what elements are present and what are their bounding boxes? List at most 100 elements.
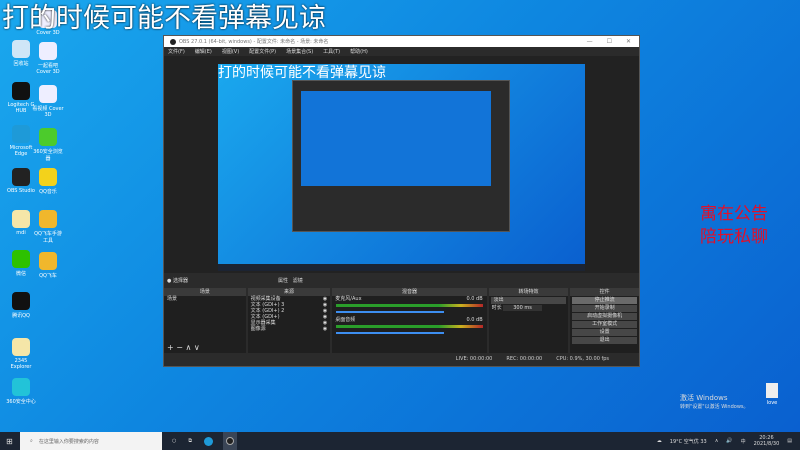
app-icon [12, 125, 30, 143]
desktop-icon[interactable]: 看视频 Cover 3D [32, 85, 64, 118]
properties-button[interactable]: 属性 [278, 278, 288, 284]
control-button[interactable]: 开始录制 [572, 305, 637, 312]
control-button[interactable]: 退出 [572, 337, 637, 344]
channel-name: 麦克风/Aux [335, 296, 362, 302]
visibility-eye-icon[interactable]: ◉ [323, 326, 330, 332]
title-bar: OBS 27.0.1 (64-bit, windows) - 配置文件: 未命名… [164, 36, 639, 47]
menu-bar: 文件(F) 编辑(E) 视图(V) 配置文件(P) 场景集合(S) 工具(T) 帮助(H) [164, 47, 639, 56]
menu-item[interactable]: 视图(V) [222, 48, 239, 55]
clock[interactable]: 20:26 2021/8/30 [754, 435, 780, 447]
source-item[interactable]: 图像源 ◉ [248, 326, 331, 332]
app-icon [39, 128, 57, 146]
desktop-icon[interactable]: 腾讯QQ [5, 292, 37, 319]
notification-icon[interactable]: ▤ [787, 438, 792, 444]
icon-label: 360安全中心 [6, 399, 36, 405]
cpu-status: CPU: 0.9%, 30.00 fps [556, 355, 609, 362]
app-icon [12, 210, 30, 228]
icon-label: 看视频 Cover 3D [32, 106, 64, 118]
desktop-icon[interactable]: 一起看吧 Cover 3D [32, 42, 64, 75]
icon-label: 2345 Explorer [10, 358, 32, 370]
icon-label: 一起看吧 Cover 3D [36, 63, 60, 75]
date: 2021/8/30 [753, 441, 780, 447]
menu-item[interactable]: 工具(T) [323, 48, 340, 55]
desktop-icon[interactable]: QQ飞车手游工具 [32, 210, 64, 244]
mixer-channel: 桌面音频 0.0 dB [332, 317, 486, 323]
window-title: OBS 27.0.1 (64-bit, windows) - 配置文件: 未命名… [179, 39, 329, 45]
icon-label: QQ飞车手游工具 [34, 231, 62, 244]
cortana-icon[interactable]: ○ [172, 438, 176, 444]
dock-header: 混音器 [332, 288, 487, 296]
duration-input[interactable]: 300 ms [503, 305, 542, 311]
red-line-2: 陪玩私聊 [700, 227, 768, 247]
icon-label: QQ飞车 [39, 273, 57, 279]
sources-dock: 来源 视频采集设备 ◉ 文本 (GDI+) 3 ◉ 文本 (GDI+) 2 ◉ 文本 (GDI… [247, 288, 331, 353]
tray-chevron-icon[interactable]: ∧ [715, 438, 719, 444]
app-icon [12, 292, 30, 310]
filters-button[interactable]: 滤镜 [293, 278, 303, 284]
volume-slider[interactable] [336, 332, 445, 334]
desktop-icon[interactable]: 360安全中心 [5, 378, 37, 405]
taskbar: ⊞ ⌕ 在这里输入你要搜索的内容 ○ ⧉ ☁ 19°C 空气优 33 ∧ 🔊 中 20:26… [0, 432, 800, 450]
channel-db: 0.0 dB [466, 317, 483, 323]
file-icon [766, 383, 778, 398]
control-button[interactable]: 工作室模式 [572, 321, 637, 328]
dock-header: 场景 [164, 288, 246, 296]
duration-label: 时长 [491, 305, 502, 311]
nested-obs-capture [292, 80, 510, 232]
task-view-icon[interactable]: ⧉ [188, 438, 192, 444]
red-line-1: 寓在公告 [700, 204, 768, 224]
app-icon [39, 210, 57, 228]
desktop-icon[interactable]: QQ音乐 [32, 168, 64, 195]
ime-indicator[interactable]: 中 [741, 438, 746, 445]
taskbar-search[interactable]: ⌕ 在这里输入你要搜索的内容 [20, 432, 162, 450]
app-icon [39, 42, 57, 60]
desktop-icon[interactable]: 2345 Explorer [5, 338, 37, 370]
close-button[interactable]: ✕ [626, 38, 631, 45]
mixer-dock: 混音器 麦克风/Aux 0.0 dB 桌面音频 0.0 dB [332, 288, 487, 353]
volume-slider[interactable] [336, 311, 445, 313]
desktop-icon[interactable]: QQ飞车 [32, 252, 64, 279]
weather-text[interactable]: 19°C 空气优 33 [670, 438, 707, 445]
obs-taskbar-icon[interactable] [222, 432, 237, 450]
preview-area[interactable]: 打的时候可能不看弹幕见谅 [164, 56, 639, 273]
menu-item[interactable]: 配置文件(P) [249, 48, 276, 55]
scenes-dock: 场景 场景 + − ∧ ∨ [164, 288, 246, 353]
red-overlay-text: 寓在公告 陪玩私聊 [700, 203, 768, 249]
app-icon [12, 250, 30, 268]
transitions-dock: 转场特效 淡出 时长 300 ms [488, 288, 569, 353]
desktop-file-love[interactable]: love [766, 383, 778, 406]
app-icon [39, 85, 57, 103]
edge-taskbar-icon[interactable] [203, 436, 213, 446]
weather-icon[interactable]: ☁ [657, 438, 662, 444]
menu-item[interactable]: 帮助(H) [350, 48, 368, 55]
channel-name: 桌面音频 [335, 317, 356, 323]
app-icon [39, 252, 57, 270]
control-button[interactable]: 停止推流 [572, 297, 637, 304]
mixer-channel: 麦克风/Aux 0.0 dB [332, 296, 486, 302]
source-toolbar: ● 选择器 属性 滤镜 [164, 273, 639, 288]
minimize-button[interactable]: — [587, 38, 593, 45]
menu-item[interactable]: 场景集合(S) [286, 48, 313, 55]
obs-window: OBS 27.0.1 (64-bit, windows) - 配置文件: 未命名… [163, 35, 640, 367]
control-button[interactable]: 启动虚拟摄像机 [572, 313, 637, 320]
dock-header: 转场特效 [488, 288, 569, 296]
desktop-icon[interactable]: 360安全浏览器 [32, 128, 64, 162]
activation-title: 激活 Windows [680, 394, 728, 402]
volume-icon[interactable]: 🔊 [726, 438, 732, 444]
app-icon [12, 82, 30, 100]
icon-label: QQ音乐 [39, 189, 57, 195]
start-button[interactable]: ⊞ [6, 437, 13, 446]
obs-logo-icon [170, 38, 176, 45]
control-button[interactable]: 设置 [572, 329, 637, 336]
maximize-button[interactable]: ☐ [607, 38, 612, 45]
app-icon [12, 40, 30, 58]
app-icon [39, 168, 57, 186]
scene-item[interactable]: 场景 [164, 296, 246, 302]
captured-screen: 打的时候可能不看弹幕见谅 [218, 64, 585, 271]
menu-item[interactable]: 编辑(E) [195, 48, 212, 55]
rec-status: REC: 00:00:00 [506, 355, 543, 362]
menu-item[interactable]: 文件(F) [168, 48, 185, 55]
file-label: love [766, 400, 778, 406]
transition-select[interactable]: 淡出 [490, 297, 567, 304]
audio-meter [336, 325, 483, 328]
